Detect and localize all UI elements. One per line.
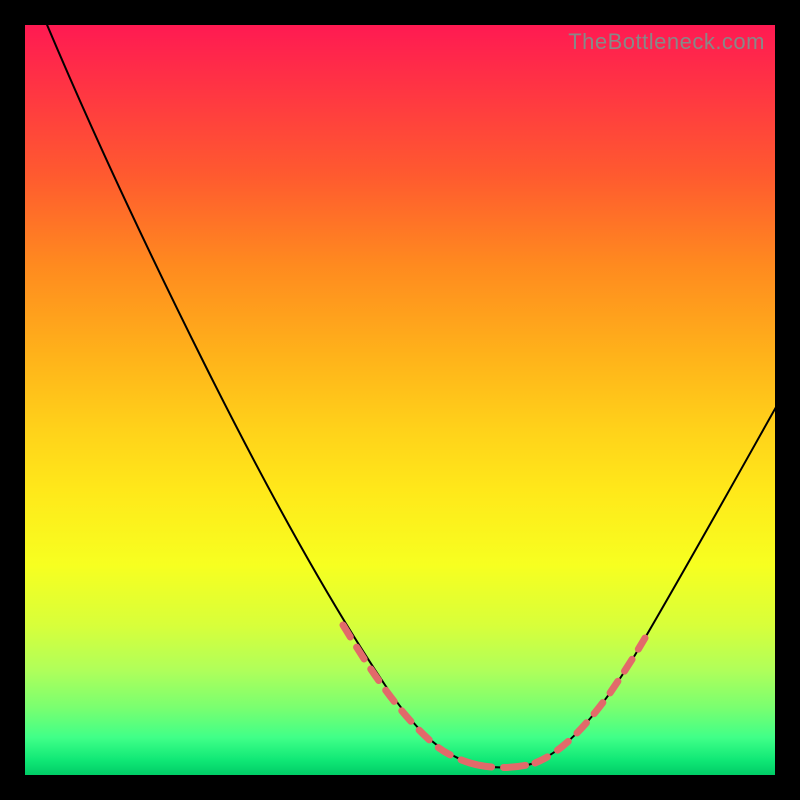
curve-left-branch: [45, 25, 470, 763]
dash-valley: [470, 763, 535, 768]
plot-area: TheBottleneck.com: [25, 25, 775, 775]
curve-svg: [25, 25, 775, 775]
dash-right-slope: [535, 638, 645, 763]
curve-right-branch: [535, 400, 775, 763]
chart-frame: TheBottleneck.com: [0, 0, 800, 800]
dash-left-slope: [343, 625, 470, 763]
